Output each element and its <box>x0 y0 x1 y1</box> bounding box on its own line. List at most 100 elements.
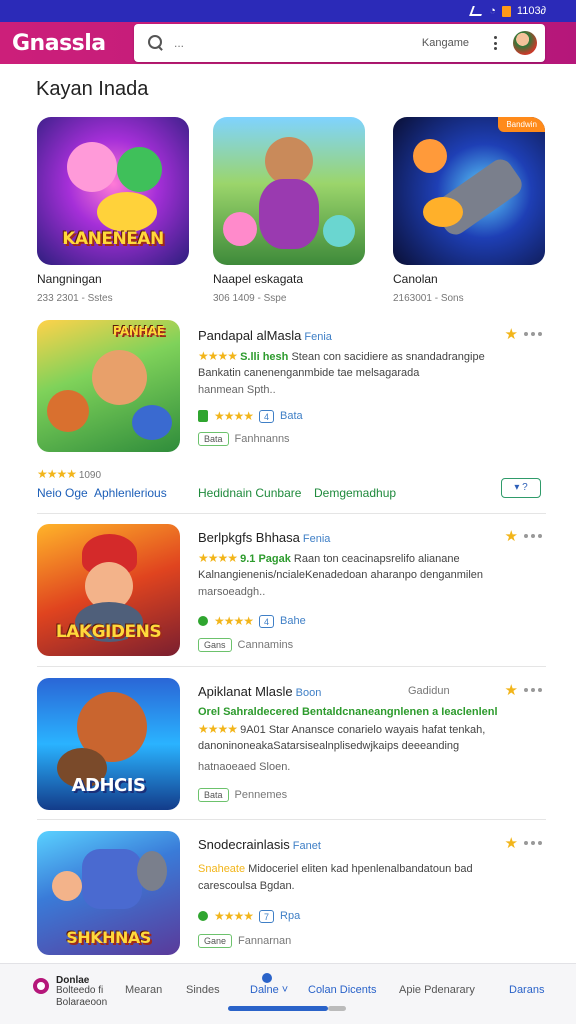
app-tag: Fenia <box>304 331 332 343</box>
rating-stars: ★★★★ <box>214 909 254 923</box>
featured-card[interactable]: KANENEAN Nangningan 233 2301 - Sstes <box>37 117 189 304</box>
app-action-row: Gane Fannarnan <box>198 934 291 948</box>
install-button[interactable]: Gane <box>198 934 233 948</box>
action-label: Fannarnan <box>238 935 292 947</box>
avatar[interactable] <box>513 31 537 55</box>
app-description-line: marsoeadgh.. <box>198 586 266 598</box>
rating-stars: ★★★★ <box>214 614 254 628</box>
category-icon <box>198 911 208 921</box>
app-logo-icon[interactable] <box>33 978 49 994</box>
app-title: Pandapal alMasla Fenia <box>198 328 332 343</box>
rating-stars: ★★★★ <box>198 349 238 363</box>
featured-meta: 233 2301 - Sstes <box>37 293 113 304</box>
nav-item[interactable]: Colan Dicents <box>308 984 376 996</box>
install-button[interactable]: Bata <box>198 432 229 446</box>
app-description: ★★★★ 9A01 Star Anansce conarielo wayais … <box>198 722 486 736</box>
game-thumbnail[interactable]: Bandwin <box>393 117 545 265</box>
app-description-line: Kalnangienenis/ncialeKenadedoan aharanpo… <box>198 569 484 581</box>
rating-count: 7 <box>259 909 275 923</box>
search-input[interactable] <box>174 36 422 50</box>
scroll-handle[interactable] <box>228 1006 328 1011</box>
action-label: Pennemes <box>234 789 288 801</box>
nav-item[interactable]: Mearan <box>125 984 162 996</box>
app-description: Snaheate Midoceriel eliten kad hpenlenal… <box>198 863 473 875</box>
signal-icon <box>469 6 486 16</box>
featured-carousel: KANENEAN Nangningan 233 2301 - Sstes Naa… <box>0 117 576 307</box>
more-options-icon[interactable] <box>524 688 542 692</box>
install-button[interactable]: Bata <box>198 788 229 802</box>
game-thumbnail[interactable]: SHKHNAS <box>37 831 180 955</box>
thumbnail-logo: LAKGIDENS <box>55 622 162 642</box>
more-options-icon[interactable] <box>524 332 542 336</box>
link-hedidnain[interactable]: Hedidnain Cunbare <box>198 486 301 500</box>
more-options-icon[interactable] <box>524 534 542 538</box>
thumbnail-logo: PANHAE <box>112 324 165 338</box>
category-icon <box>198 410 208 422</box>
app-title: Apiklanat Mlasle Boon <box>198 684 322 699</box>
app-rating-row: ★★★★ 4 Bahe <box>198 614 306 628</box>
game-thumbnail[interactable]: KANENEAN <box>37 117 189 265</box>
app-action-row: Gans Cannamins <box>198 638 293 652</box>
app-logo[interactable]: Gnassla <box>12 31 130 56</box>
app-title: Berlpkgfs Bhhasa Fenia <box>198 530 331 545</box>
link-neio[interactable]: Neio Oge <box>37 486 88 500</box>
rating-label: Bata <box>280 410 303 422</box>
search-icon[interactable] <box>148 35 164 51</box>
featured-name: Canolan <box>393 272 438 286</box>
app-description-line: hanmean Spth.. <box>198 384 276 396</box>
download-button[interactable]: ▾ ? <box>501 478 541 498</box>
category-icon <box>198 616 208 626</box>
rating-stars: ★★★★ <box>198 722 238 736</box>
rating-count: 4 <box>259 614 275 628</box>
featured-badge: Bandwin <box>498 117 545 132</box>
app-tag: Fanet <box>292 840 321 852</box>
favorite-star-icon[interactable]: ★ <box>505 325 518 343</box>
favorite-star-icon[interactable]: ★ <box>505 527 518 545</box>
featured-name: Naapel eskagata <box>213 272 304 286</box>
app-tag: Boon <box>295 687 322 699</box>
app-title: Snodecrainlasis Fanet <box>198 837 321 852</box>
filter-dropdown[interactable]: Kangame <box>422 37 469 49</box>
favorite-star-icon[interactable]: ★ <box>505 681 518 699</box>
nav-item[interactable]: Darans <box>509 984 544 996</box>
game-thumbnail[interactable]: PANHAE <box>37 320 180 452</box>
section-title: Kayan Inada <box>36 78 149 100</box>
install-button[interactable]: Gans <box>198 638 232 652</box>
action-label: Cannamins <box>237 639 294 651</box>
divider <box>37 513 546 514</box>
link-applications[interactable]: Aphlenlerious <box>94 486 167 500</box>
featured-card[interactable]: Naapel eskagata 306 1409 - Sspe <box>213 117 365 304</box>
link-demgemadhup[interactable]: Demgemadhup <box>314 486 396 500</box>
nav-indicator-dot <box>262 973 272 983</box>
app-description-line: hatnaoeaed Sloen. <box>198 761 291 773</box>
divider <box>37 666 546 667</box>
more-options-icon[interactable] <box>524 841 542 845</box>
rating-label: Bahe <box>280 615 306 627</box>
battery-icon <box>501 5 511 17</box>
featured-meta: 306 1409 - Sspe <box>213 293 287 304</box>
app-rating-row: ★★★★ 4 Bata <box>198 409 303 423</box>
nav-item-active[interactable]: Dalne ˅ <box>250 984 288 996</box>
nav-item[interactable]: Sindes <box>186 984 220 996</box>
game-thumbnail[interactable] <box>213 117 365 265</box>
favorite-star-icon[interactable]: ★ <box>505 834 518 852</box>
links-rating: ★★★★ 1090 <box>37 467 102 481</box>
search-bar[interactable]: Kangame <box>134 24 545 62</box>
featured-meta: 2163001 - Sons <box>393 293 464 304</box>
nav-item[interactable]: Apie Pdenarary <box>399 984 475 996</box>
divider <box>37 819 546 820</box>
featured-card[interactable]: Bandwin Canolan 2163001 - Sons <box>393 117 545 304</box>
nav-app-subtitle: Bolteedo fi Bolaraeoon <box>56 985 108 1008</box>
app-description-line: carescoulsa Bgdan. <box>198 880 295 892</box>
rating-label: Rpa <box>280 910 301 922</box>
scroll-track <box>328 1006 346 1011</box>
rating-stars: ★★★★ <box>214 409 254 423</box>
more-options-icon[interactable] <box>493 36 497 50</box>
thumbnail-logo: ADHCIS <box>71 775 146 796</box>
links-row: ★★★★ 1090 Neio Oge Aphlenlerious Hedidna… <box>37 467 541 503</box>
thumbnail-logo: SHKHNAS <box>66 928 151 947</box>
game-thumbnail[interactable]: LAKGIDENS <box>37 524 180 656</box>
status-bar: ◔ 1103∂ <box>0 0 576 22</box>
app-description: ★★★★ S.lli hesh Stean con sacidiere as s… <box>198 349 485 363</box>
game-thumbnail[interactable]: ADHCIS <box>37 678 180 810</box>
